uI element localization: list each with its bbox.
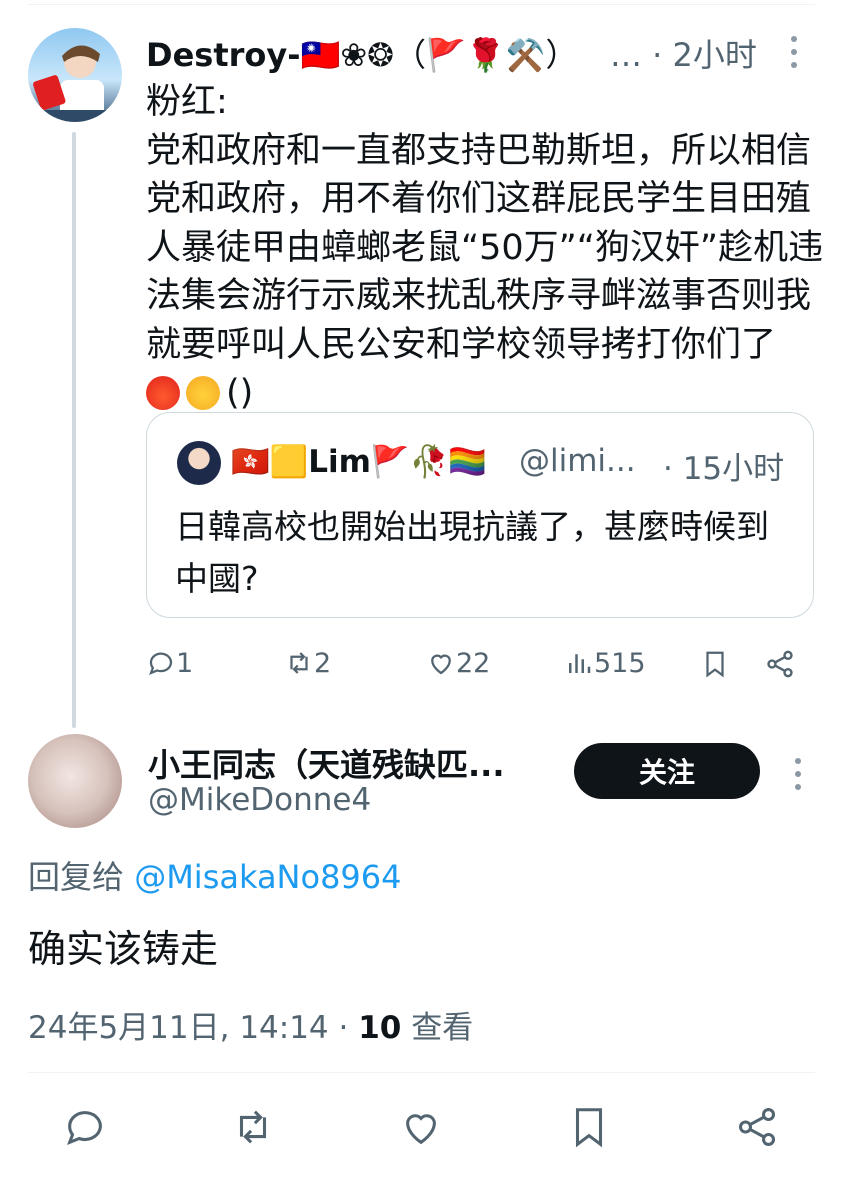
- quoted-author-handle[interactable]: @limi...: [519, 443, 636, 479]
- like-icon: [431, 654, 451, 675]
- reply-body: 确实该铸走: [28, 927, 219, 971]
- tweet-time[interactable]: · 2小时: [652, 36, 757, 74]
- quoted-author-avatar[interactable]: [177, 441, 221, 485]
- follow-button[interactable]: 关注: [574, 743, 760, 799]
- tweet-body-tail: (): [226, 373, 254, 413]
- views-icon: [569, 654, 591, 673]
- author-avatar[interactable]: [28, 28, 122, 122]
- retweet-icon: [239, 1110, 267, 1144]
- bottom-bookmark-button[interactable]: [566, 1104, 612, 1150]
- bottom-retweet-button[interactable]: [230, 1104, 276, 1150]
- author-name[interactable]: Destroy-🇹🇼❀❂（🚩🌹⚒️）: [146, 30, 578, 76]
- name-ellipsis: …: [610, 36, 642, 74]
- bottom-share-button[interactable]: [734, 1104, 780, 1150]
- reply-to-label: 回复给: [28, 858, 125, 896]
- share-button[interactable]: [764, 646, 796, 682]
- reply-count: 1: [176, 648, 194, 679]
- more-options-icon[interactable]: [782, 34, 806, 70]
- reply-more-options-icon[interactable]: [786, 756, 810, 792]
- like-count: 22: [456, 648, 491, 679]
- reply-author-avatar[interactable]: [28, 734, 122, 828]
- reply-timestamp[interactable]: 24年5月11日, 14:14 ·: [28, 1010, 358, 1046]
- reply-author-handle[interactable]: @MikeDonne4: [148, 782, 371, 818]
- steam-face-icon: [186, 376, 220, 410]
- bookmark-icon: [706, 651, 724, 678]
- bookmark-button[interactable]: [700, 646, 730, 682]
- angry-face-icon: [146, 376, 180, 410]
- retweet-count: 2: [314, 648, 332, 679]
- author-name-text[interactable]: Destroy-: [146, 36, 301, 74]
- reply-author-name[interactable]: 小王同志（天道残缺匹...: [148, 740, 504, 786]
- reply-views-count: 10: [358, 1010, 402, 1046]
- quoted-tweet[interactable]: 🇭🇰🟨Lim🚩🥀🏳️‍🌈 @limi... · 15小时 日韓高校也開始出現抗議…: [146, 412, 814, 618]
- tweet-meta: … · 2小时: [610, 30, 757, 76]
- retweet-icon: [290, 652, 308, 674]
- author-name-emoji: 🇹🇼❀❂（🚩🌹⚒️）: [300, 36, 578, 74]
- reply-icon: [149, 652, 173, 675]
- reply-views-label: 查看: [401, 1010, 474, 1046]
- quoted-tweet-time[interactable]: · 15小时: [663, 443, 784, 488]
- quoted-author-name[interactable]: 🇭🇰🟨Lim🚩🥀🏳️‍🌈: [231, 443, 487, 480]
- reply-timestamp-line: 24年5月11日, 14:14 · 10 查看: [28, 1002, 473, 1047]
- bottom-reply-button[interactable]: [62, 1104, 108, 1150]
- bookmark-icon: [575, 1108, 603, 1148]
- share-icon: [738, 1108, 776, 1146]
- quoted-tweet-text: 日韓高校也開始出現抗議了，甚麼時候到中國?: [175, 507, 769, 598]
- views-count: 515: [594, 648, 646, 679]
- reply-to-mention[interactable]: @MisakaNo8964: [134, 858, 401, 896]
- tweet-body: 粉红: 党和政府和一直都支持巴勒斯坦，所以相信党和政府，用不着你们这群屁民学生目…: [146, 78, 826, 418]
- action-bar-divider: [28, 1072, 815, 1073]
- share-icon: [767, 650, 793, 678]
- tweet-body-text: 粉红: 党和政府和一直都支持巴勒斯坦，所以相信党和政府，用不着你们这群屁民学生目…: [146, 82, 824, 365]
- top-divider: [28, 4, 815, 5]
- reply-icon: [67, 1111, 102, 1146]
- reply-to-line: 回复给 @MisakaNo8964: [28, 852, 402, 898]
- thread-line: [72, 132, 76, 728]
- like-icon: [406, 1114, 436, 1145]
- bottom-like-button[interactable]: [398, 1104, 444, 1150]
